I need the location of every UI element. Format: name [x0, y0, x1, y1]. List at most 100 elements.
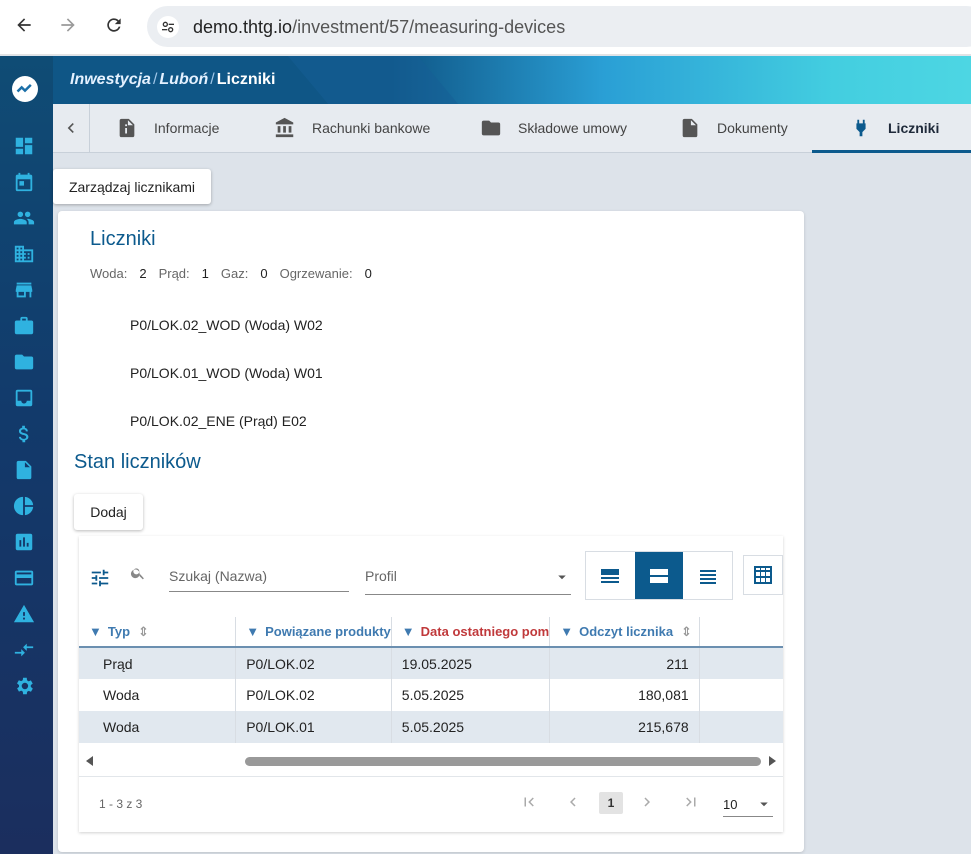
compare-arrows-icon[interactable]: [12, 638, 36, 662]
cell-date: 5.05.2025: [391, 679, 551, 711]
table-row[interactable]: Prąd P0/LOK.02 19.05.2025 211: [79, 647, 783, 679]
tab-bar: Informacje Rachunki bankowe Składowe umo…: [53, 104, 971, 153]
column-label: Data ostatniego pom: [420, 624, 550, 639]
first-page-icon[interactable]: [520, 793, 538, 811]
dropdown-arrow-icon: [760, 802, 768, 807]
pie-chart-icon[interactable]: [12, 494, 36, 518]
credit-card-icon[interactable]: [12, 566, 36, 590]
meters-card: Liczniki Woda: 2 Prąd: 1 Gaz: 0 Ogrzewanie: 0 P…: [58, 211, 804, 852]
readings-table: ▼ Typ ⇕ ▼ Powiązane produkty ▼ Data ostatnie…: [79, 617, 783, 743]
tab-liczniki[interactable]: Liczniki: [850, 104, 939, 152]
plug-icon: [856, 119, 866, 137]
table-header-row: ▼ Typ ⇕ ▼ Powiązane produkty ▼ Data ostatnie…: [79, 617, 783, 648]
site-settings-icon[interactable]: [157, 16, 179, 38]
briefcase-icon[interactable]: [12, 314, 36, 338]
breadcrumb: Inwestycja / Luboń / Liczniki: [70, 71, 276, 88]
sort-icon[interactable]: ⇕: [681, 624, 692, 639]
device-item[interactable]: P0/LOK.02_ENE (Prąd) E02: [130, 413, 307, 429]
warning-icon[interactable]: [12, 602, 36, 626]
active-tab-indicator: [812, 150, 971, 153]
inbox-icon[interactable]: [12, 386, 36, 410]
column-chooser-button[interactable]: [743, 555, 783, 595]
meter-counts: Woda: 2 Prąd: 1 Gaz: 0 Ogrzewanie: 0: [90, 266, 384, 281]
page-header: Inwestycja / Luboń / Liczniki: [53, 56, 971, 104]
filter-icon[interactable]: ▼: [560, 624, 573, 639]
calendar-icon[interactable]: [12, 170, 36, 194]
count-value-gas: 0: [260, 266, 268, 281]
settings-gear-icon[interactable]: [12, 674, 36, 698]
column-header-type[interactable]: ▼ Typ ⇕: [79, 617, 237, 648]
browser-toolbar: demo.thtg.io/investment/57/measuring-dev…: [0, 0, 971, 55]
view-stream-icon: [601, 568, 620, 583]
density-comfortable-button[interactable]: [683, 552, 732, 599]
grid-icon: [754, 566, 772, 584]
search-placeholder: Szukaj (Nazwa): [169, 568, 268, 584]
filter-icon[interactable]: ▼: [246, 624, 259, 639]
filter-icon[interactable]: ▼: [89, 624, 102, 639]
table-row[interactable]: Woda P0/LOK.02 5.05.2025 180,081: [79, 679, 783, 711]
column-header-empty: [699, 617, 783, 648]
tab-dokumenty[interactable]: Dokumenty: [679, 104, 788, 152]
profile-select[interactable]: Profil: [365, 568, 571, 595]
horizontal-scrollbar[interactable]: [79, 751, 783, 771]
cell-empty: [699, 647, 783, 679]
document-icon: [682, 118, 698, 138]
column-header-reading[interactable]: ▼ Odczyt licznika ⇕: [549, 617, 700, 648]
device-item[interactable]: P0/LOK.01_WOD (Woda) W01: [130, 365, 323, 381]
store-icon[interactable]: [12, 278, 36, 302]
device-item[interactable]: P0/LOK.02_WOD (Woda) W02: [130, 317, 323, 333]
cell-type: Woda: [79, 679, 237, 711]
count-label-water: Woda:: [90, 266, 128, 281]
sort-icon[interactable]: ⇕: [138, 624, 149, 639]
manage-meters-button[interactable]: Zarządzaj licznikami: [53, 169, 211, 204]
scrollbar-thumb[interactable]: [245, 757, 761, 766]
page-size-select[interactable]: 10: [723, 789, 773, 817]
app-logo-icon[interactable]: [12, 76, 38, 102]
url-text: demo.thtg.io/investment/57/measuring-dev…: [193, 17, 566, 37]
scroll-left-arrow-icon[interactable]: [85, 756, 95, 766]
people-icon[interactable]: [12, 206, 36, 230]
column-header-products[interactable]: ▼ Powiązane produkty: [235, 617, 392, 648]
dropdown-arrow-icon: [558, 575, 566, 580]
document-icon[interactable]: [12, 458, 36, 482]
address-bar[interactable]: demo.thtg.io/investment/57/measuring-dev…: [147, 6, 971, 47]
count-value-heating: 0: [364, 266, 372, 281]
cell-products: P0/LOK.01: [235, 711, 392, 743]
tab-informacje[interactable]: Informacje: [116, 104, 219, 152]
folder-icon[interactable]: [12, 350, 36, 374]
density-standard-button[interactable]: [634, 552, 684, 599]
tabs-scroll-left-button[interactable]: [53, 104, 90, 152]
folder-icon: [481, 120, 501, 136]
tab-skladowe-umowy[interactable]: Składowe umowy: [480, 104, 627, 152]
forward-arrow-icon[interactable]: [56, 13, 80, 37]
cell-reading: 180,081: [549, 679, 700, 711]
dashboard-icon[interactable]: [12, 134, 36, 158]
filter-icon[interactable]: ▼: [402, 624, 415, 639]
next-page-icon[interactable]: [638, 793, 656, 811]
column-header-last-date[interactable]: ▼ Data ostatniego pom: [391, 617, 551, 648]
view-agenda-icon: [650, 568, 668, 583]
previous-page-icon[interactable]: [564, 793, 582, 811]
cell-empty: [699, 711, 783, 743]
building-icon[interactable]: [12, 242, 36, 266]
app-sidebar: [0, 56, 53, 854]
scroll-right-arrow-icon[interactable]: [767, 756, 777, 766]
reload-icon[interactable]: [102, 13, 126, 37]
search-input[interactable]: Szukaj (Nazwa): [169, 568, 349, 592]
add-button[interactable]: Dodaj: [74, 494, 143, 530]
cell-type: Prąd: [79, 647, 237, 679]
count-label-power: Prąd:: [158, 266, 190, 281]
filter-settings-icon[interactable]: [89, 567, 111, 594]
dollar-icon[interactable]: [12, 422, 36, 446]
breadcrumb-investment-name[interactable]: Luboń: [159, 71, 208, 88]
cell-empty: [699, 679, 783, 711]
current-page[interactable]: 1: [599, 792, 623, 814]
tab-rachunki-bankowe[interactable]: Rachunki bankowe: [274, 104, 430, 152]
table-row[interactable]: Woda P0/LOK.01 5.05.2025 215,678: [79, 711, 783, 743]
last-page-icon[interactable]: [682, 793, 700, 811]
density-compact-button[interactable]: [586, 552, 635, 599]
back-arrow-icon[interactable]: [12, 13, 36, 37]
bar-chart-icon[interactable]: [12, 530, 36, 554]
cell-type: Woda: [79, 711, 237, 743]
breadcrumb-investment[interactable]: Inwestycja: [70, 71, 151, 88]
